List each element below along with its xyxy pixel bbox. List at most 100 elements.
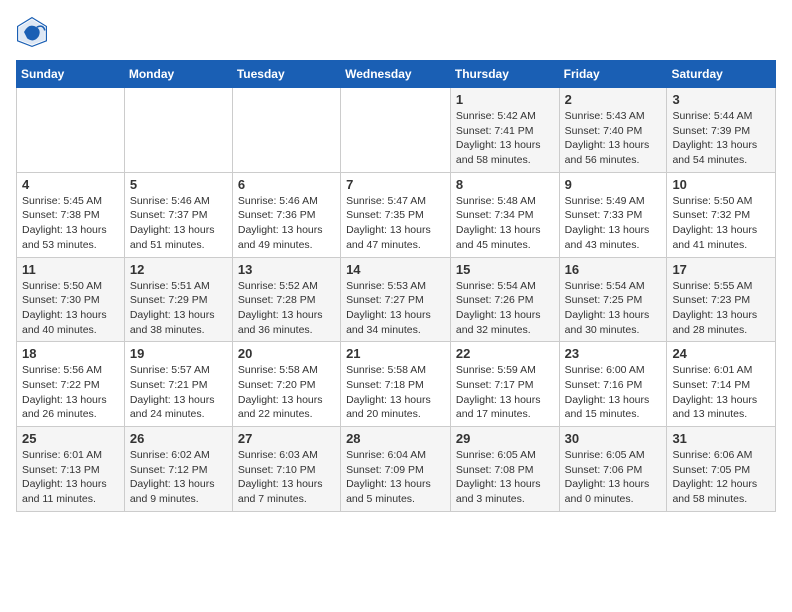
weekday-header-friday: Friday [559,61,667,88]
day-info: Sunrise: 5:48 AM Sunset: 7:34 PM Dayligh… [456,194,554,253]
day-number: 29 [456,431,554,446]
day-number: 26 [130,431,227,446]
calendar-cell: 25 Sunrise: 6:01 AM Sunset: 7:13 PM Dayli… [17,427,125,512]
weekday-header-tuesday: Tuesday [232,61,340,88]
day-info: Sunrise: 6:05 AM Sunset: 7:08 PM Dayligh… [456,448,554,507]
day-info: Sunrise: 5:50 AM Sunset: 7:32 PM Dayligh… [672,194,770,253]
day-number: 25 [22,431,119,446]
calendar-cell: 21 Sunrise: 5:58 AM Sunset: 7:18 PM Dayli… [341,342,451,427]
day-number: 6 [238,177,335,192]
day-info: Sunrise: 5:54 AM Sunset: 7:25 PM Dayligh… [565,279,662,338]
day-info: Sunrise: 5:42 AM Sunset: 7:41 PM Dayligh… [456,109,554,168]
day-number: 18 [22,346,119,361]
day-info: Sunrise: 5:59 AM Sunset: 7:17 PM Dayligh… [456,363,554,422]
logo [16,16,52,48]
day-info: Sunrise: 6:02 AM Sunset: 7:12 PM Dayligh… [130,448,227,507]
calendar-body: 1 Sunrise: 5:42 AM Sunset: 7:41 PM Daylig… [17,88,776,512]
day-number: 1 [456,92,554,107]
calendar-cell: 23Sunrise: 6:00 AM Sunset: 7:16 PM Dayli… [559,342,667,427]
calendar-week-1: 4Sunrise: 5:45 AM Sunset: 7:38 PM Daylig… [17,172,776,257]
day-number: 14 [346,262,445,277]
day-info: Sunrise: 5:57 AM Sunset: 7:21 PM Dayligh… [130,363,227,422]
calendar-cell: 3Sunrise: 5:44 AM Sunset: 7:39 PM Daylig… [667,88,776,173]
day-number: 30 [565,431,662,446]
calendar-cell: 2 Sunrise: 5:43 AM Sunset: 7:40 PM Daylig… [559,88,667,173]
day-info: Sunrise: 5:51 AM Sunset: 7:29 PM Dayligh… [130,279,227,338]
calendar-cell: 18 Sunrise: 5:56 AM Sunset: 7:22 PM Dayli… [17,342,125,427]
weekday-header-saturday: Saturday [667,61,776,88]
day-info: Sunrise: 6:05 AM Sunset: 7:06 PM Dayligh… [565,448,662,507]
day-number: 22 [456,346,554,361]
calendar-cell: 26 Sunrise: 6:02 AM Sunset: 7:12 PM Dayli… [124,427,232,512]
calendar-week-0: 1 Sunrise: 5:42 AM Sunset: 7:41 PM Daylig… [17,88,776,173]
day-info: Sunrise: 5:47 AM Sunset: 7:35 PM Dayligh… [346,194,445,253]
calendar-cell [17,88,125,173]
day-number: 17 [672,262,770,277]
logo-icon [16,16,48,48]
day-info: Sunrise: 6:01 AM Sunset: 7:13 PM Dayligh… [22,448,119,507]
day-info: Sunrise: 5:54 AM Sunset: 7:26 PM Dayligh… [456,279,554,338]
calendar-cell: 4Sunrise: 5:45 AM Sunset: 7:38 PM Daylig… [17,172,125,257]
calendar-cell: 1 Sunrise: 5:42 AM Sunset: 7:41 PM Daylig… [450,88,559,173]
calendar-cell: 16Sunrise: 5:54 AM Sunset: 7:25 PM Dayli… [559,257,667,342]
page-header [16,16,776,48]
calendar-cell: 5 Sunrise: 5:46 AM Sunset: 7:37 PM Daylig… [124,172,232,257]
day-number: 21 [346,346,445,361]
day-info: Sunrise: 6:04 AM Sunset: 7:09 PM Dayligh… [346,448,445,507]
day-info: Sunrise: 5:46 AM Sunset: 7:36 PM Dayligh… [238,194,335,253]
calendar-cell: 6 Sunrise: 5:46 AM Sunset: 7:36 PM Daylig… [232,172,340,257]
calendar-cell: 13Sunrise: 5:52 AM Sunset: 7:28 PM Dayli… [232,257,340,342]
day-info: Sunrise: 5:49 AM Sunset: 7:33 PM Dayligh… [565,194,662,253]
day-info: Sunrise: 5:53 AM Sunset: 7:27 PM Dayligh… [346,279,445,338]
calendar-cell [124,88,232,173]
calendar-cell: 19 Sunrise: 5:57 AM Sunset: 7:21 PM Dayli… [124,342,232,427]
calendar-cell: 12 Sunrise: 5:51 AM Sunset: 7:29 PM Dayli… [124,257,232,342]
calendar-cell: 27 Sunrise: 6:03 AM Sunset: 7:10 PM Dayli… [232,427,340,512]
calendar-week-3: 18 Sunrise: 5:56 AM Sunset: 7:22 PM Dayli… [17,342,776,427]
calendar-cell [341,88,451,173]
day-info: Sunrise: 5:45 AM Sunset: 7:38 PM Dayligh… [22,194,119,253]
day-number: 3 [672,92,770,107]
day-number: 23 [565,346,662,361]
day-number: 24 [672,346,770,361]
calendar-cell: 28 Sunrise: 6:04 AM Sunset: 7:09 PM Dayli… [341,427,451,512]
day-number: 5 [130,177,227,192]
calendar-cell: 20 Sunrise: 5:58 AM Sunset: 7:20 PM Dayli… [232,342,340,427]
day-info: Sunrise: 5:55 AM Sunset: 7:23 PM Dayligh… [672,279,770,338]
calendar-table: SundayMondayTuesdayWednesdayThursdayFrid… [16,60,776,512]
weekday-header-wednesday: Wednesday [341,61,451,88]
day-number: 8 [456,177,554,192]
day-info: Sunrise: 5:56 AM Sunset: 7:22 PM Dayligh… [22,363,119,422]
day-number: 12 [130,262,227,277]
weekday-row: SundayMondayTuesdayWednesdayThursdayFrid… [17,61,776,88]
day-number: 27 [238,431,335,446]
day-number: 11 [22,262,119,277]
calendar-cell: 30 Sunrise: 6:05 AM Sunset: 7:06 PM Dayli… [559,427,667,512]
calendar-cell: 9Sunrise: 5:49 AM Sunset: 7:33 PM Daylig… [559,172,667,257]
day-info: Sunrise: 5:52 AM Sunset: 7:28 PM Dayligh… [238,279,335,338]
calendar-cell: 14 Sunrise: 5:53 AM Sunset: 7:27 PM Dayli… [341,257,451,342]
day-number: 20 [238,346,335,361]
calendar-cell: 7Sunrise: 5:47 AM Sunset: 7:35 PM Daylig… [341,172,451,257]
day-info: Sunrise: 5:43 AM Sunset: 7:40 PM Dayligh… [565,109,662,168]
calendar-cell: 11Sunrise: 5:50 AM Sunset: 7:30 PM Dayli… [17,257,125,342]
calendar-cell: 15Sunrise: 5:54 AM Sunset: 7:26 PM Dayli… [450,257,559,342]
calendar-week-4: 25 Sunrise: 6:01 AM Sunset: 7:13 PM Dayli… [17,427,776,512]
day-info: Sunrise: 5:46 AM Sunset: 7:37 PM Dayligh… [130,194,227,253]
calendar-cell: 22 Sunrise: 5:59 AM Sunset: 7:17 PM Dayli… [450,342,559,427]
calendar-cell: 8 Sunrise: 5:48 AM Sunset: 7:34 PM Daylig… [450,172,559,257]
day-info: Sunrise: 6:01 AM Sunset: 7:14 PM Dayligh… [672,363,770,422]
day-number: 10 [672,177,770,192]
calendar-header: SundayMondayTuesdayWednesdayThursdayFrid… [17,61,776,88]
day-number: 2 [565,92,662,107]
calendar-cell: 29 Sunrise: 6:05 AM Sunset: 7:08 PM Dayli… [450,427,559,512]
day-number: 19 [130,346,227,361]
day-info: Sunrise: 6:03 AM Sunset: 7:10 PM Dayligh… [238,448,335,507]
calendar-cell: 10 Sunrise: 5:50 AM Sunset: 7:32 PM Dayli… [667,172,776,257]
day-number: 28 [346,431,445,446]
day-info: Sunrise: 5:58 AM Sunset: 7:20 PM Dayligh… [238,363,335,422]
weekday-header-thursday: Thursday [450,61,559,88]
day-info: Sunrise: 5:58 AM Sunset: 7:18 PM Dayligh… [346,363,445,422]
calendar-cell: 17 Sunrise: 5:55 AM Sunset: 7:23 PM Dayli… [667,257,776,342]
calendar-cell: 24 Sunrise: 6:01 AM Sunset: 7:14 PM Dayli… [667,342,776,427]
